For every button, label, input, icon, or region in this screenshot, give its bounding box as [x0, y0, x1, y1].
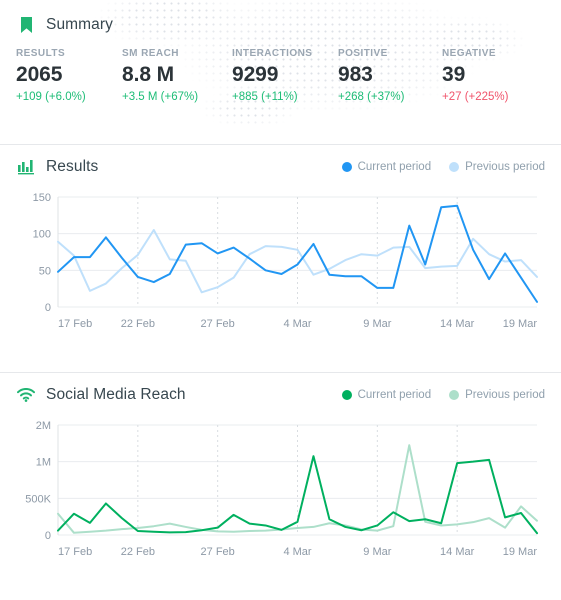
svg-text:100: 100 [33, 229, 51, 241]
svg-text:50: 50 [39, 265, 51, 277]
svg-text:9 Mar: 9 Mar [363, 318, 391, 330]
metric-value: 2065 [16, 63, 63, 86]
metric-value: 983 [338, 63, 373, 86]
reach-title: Social Media Reach [46, 386, 186, 403]
page-title: Summary [46, 16, 114, 33]
svg-text:19 Mar: 19 Mar [503, 318, 538, 330]
legend-item-previous[interactable]: Previous period [449, 389, 545, 401]
svg-text:2M: 2M [36, 420, 51, 432]
metric-delta: +268 (+37%) [338, 91, 405, 104]
svg-text:17 Feb: 17 Feb [58, 546, 92, 558]
metric-interactions: INTERACTIONS 9299 +885 (+11%) [232, 48, 338, 103]
reach-legend: Current period Previous period [341, 389, 545, 401]
svg-text:4 Mar: 4 Mar [283, 318, 311, 330]
legend-item-previous[interactable]: Previous period [449, 161, 545, 173]
wifi-icon [16, 385, 36, 405]
legend-item-current[interactable]: Current period [341, 389, 432, 401]
metric-value: 39 [442, 63, 466, 86]
metric-delta: +27 (+225%) [442, 91, 509, 104]
svg-text:0: 0 [45, 302, 51, 314]
svg-text:27 Feb: 27 Feb [201, 546, 235, 558]
bar-chart-icon [16, 157, 36, 177]
svg-text:14 Mar: 14 Mar [440, 318, 475, 330]
metric-value: 8.8 M [122, 63, 175, 86]
results-chart-svg: 0 50 100 150 17 Feb 22 Feb 27 Feb 4 Mar 9 Mar 14 … [33, 192, 538, 330]
svg-text:22 Feb: 22 Feb [121, 318, 155, 330]
reach-card-header: Social Media Reach Current period Previo… [0, 373, 561, 417]
results-card-header: Results Current period Previous period [0, 145, 561, 189]
svg-text:500K: 500K [25, 493, 51, 505]
dashboard-page: Summary RESULTS 2065 +109 (+6.0%) SM REA… [0, 0, 561, 600]
legend-label-current: Current period [357, 161, 432, 173]
results-chart[interactable]: 0 50 100 150 17 Feb 22 Feb 27 Feb 4 Mar 9 Mar 14 … [0, 189, 561, 337]
legend-label-current: Current period [357, 389, 432, 401]
legend-label-previous: Previous period [465, 389, 545, 401]
summary-metrics: RESULTS 2065 +109 (+6.0%) SM REACH 8.8 M… [0, 42, 561, 103]
svg-text:9 Mar: 9 Mar [363, 546, 391, 558]
results-card: Results Current period Previous period 0… [0, 144, 561, 372]
legend-dot-current [341, 162, 352, 172]
reach-chart-svg: 0 500K 1M 2M 17 Feb 22 Feb 27 Feb 4 Mar 9 Mar 14 … [25, 420, 538, 558]
metric-negative: NEGATIVE 39 +27 (+225%) [442, 48, 509, 103]
svg-text:0: 0 [45, 530, 51, 542]
svg-text:27 Feb: 27 Feb [201, 318, 235, 330]
svg-text:150: 150 [33, 192, 51, 204]
social-media-reach-card: Social Media Reach Current period Previo… [0, 372, 561, 600]
legend-item-current[interactable]: Current period [341, 161, 432, 173]
svg-text:17 Feb: 17 Feb [58, 318, 92, 330]
metric-label: INTERACTIONS [232, 48, 313, 59]
svg-text:14 Mar: 14 Mar [440, 546, 475, 558]
metric-results: RESULTS 2065 +109 (+6.0%) [16, 48, 122, 103]
metric-label: RESULTS [16, 48, 66, 59]
legend-dot-previous [449, 390, 460, 400]
legend-dot-current [341, 390, 352, 400]
svg-text:19 Mar: 19 Mar [503, 546, 538, 558]
results-legend: Current period Previous period [341, 161, 545, 173]
summary-card-header: Summary [0, 0, 561, 42]
bookmark-icon [16, 15, 36, 35]
svg-text:4 Mar: 4 Mar [283, 546, 311, 558]
metric-label: SM REACH [122, 48, 179, 59]
reach-chart[interactable]: 0 500K 1M 2M 17 Feb 22 Feb 27 Feb 4 Mar 9 Mar 14 … [0, 417, 561, 565]
metric-delta: +3.5 M (+67%) [122, 91, 199, 104]
metric-label: POSITIVE [338, 48, 388, 59]
metric-label: NEGATIVE [442, 48, 496, 59]
svg-text:1M: 1M [36, 457, 51, 469]
metric-value: 9299 [232, 63, 279, 86]
metric-positive: POSITIVE 983 +268 (+37%) [338, 48, 442, 103]
legend-label-previous: Previous period [465, 161, 545, 173]
results-title: Results [46, 158, 99, 175]
metric-delta: +885 (+11%) [232, 91, 298, 104]
summary-card: Summary RESULTS 2065 +109 (+6.0%) SM REA… [0, 0, 561, 144]
legend-dot-previous [449, 162, 460, 172]
metric-sm-reach: SM REACH 8.8 M +3.5 M (+67%) [122, 48, 232, 103]
svg-text:22 Feb: 22 Feb [121, 546, 155, 558]
metric-delta: +109 (+6.0%) [16, 91, 86, 104]
